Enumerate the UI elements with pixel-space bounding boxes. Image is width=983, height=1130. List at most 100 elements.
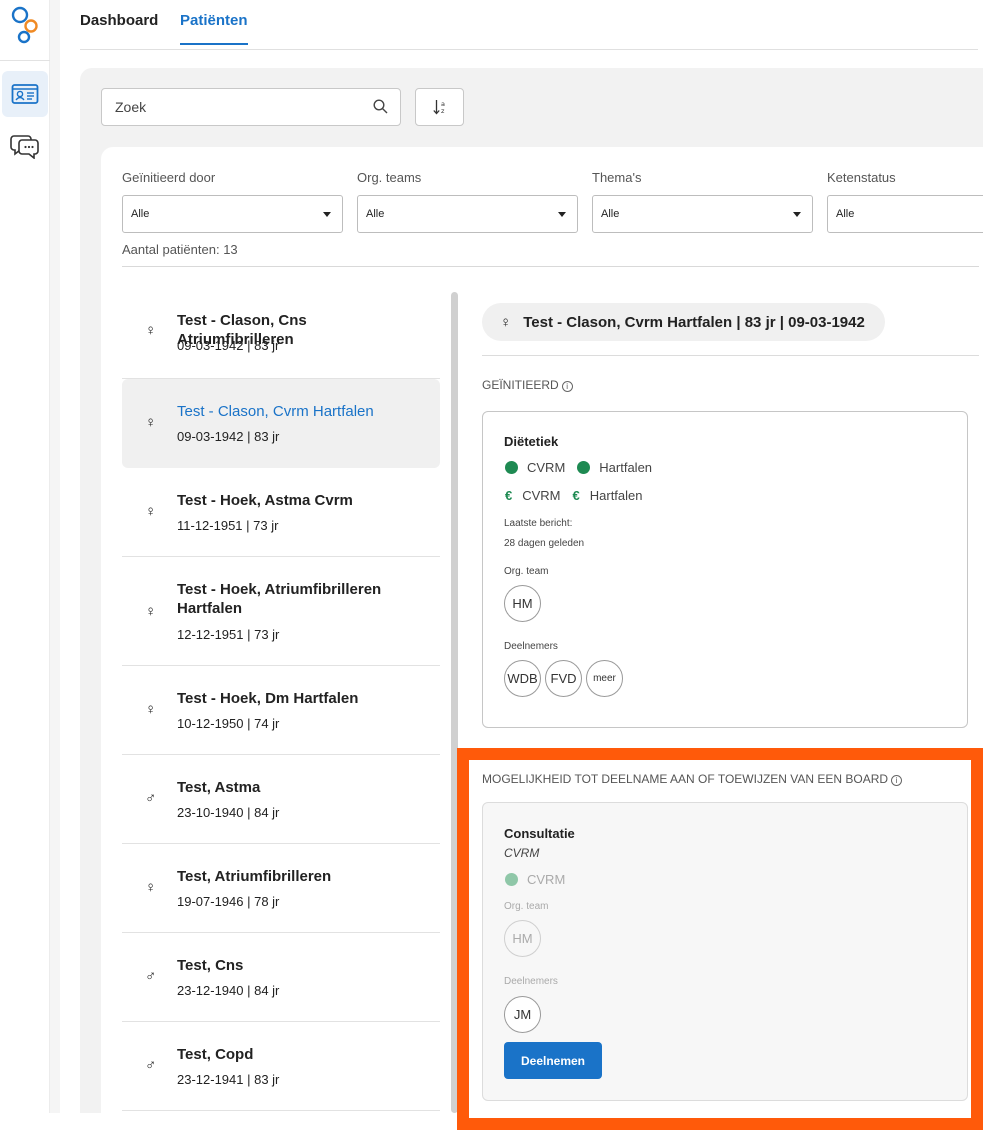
- patient-list-item[interactable]: ♀ Test - Hoek, Astma Cvrm 11-12-1951 | 7…: [122, 468, 440, 557]
- female-icon: ♀: [145, 322, 157, 339]
- female-icon: ♀: [145, 701, 157, 718]
- join-board-button[interactable]: Deelnemen: [504, 1042, 602, 1079]
- filter-label-themes: Thema's: [592, 170, 642, 185]
- patient-name: Test - Hoek, Dm Hartfalen: [177, 690, 359, 707]
- app-logo-icon[interactable]: [10, 4, 40, 48]
- patient-dob: 09-03-1942 | 83 jr: [177, 429, 280, 444]
- search-input[interactable]: [102, 89, 352, 125]
- selected-patient-chip: ♀ Test - Clason, Cvrm Hartfalen | 83 jr …: [482, 303, 885, 341]
- patient-dob: 19-07-1946 | 78 jr: [177, 894, 280, 909]
- patient-list-item-selected[interactable]: ♀ Test - Clason, Cvrm Hartfalen 09-03-19…: [122, 379, 440, 468]
- filter-value: Alle: [836, 208, 855, 220]
- male-icon: ♂: [145, 968, 157, 985]
- info-icon[interactable]: i: [891, 775, 903, 786]
- search-box: [101, 88, 401, 126]
- tab-dashboard[interactable]: Dashboard: [80, 12, 158, 43]
- filter-select-initiated[interactable]: Alle: [122, 195, 343, 233]
- patients-nav-button[interactable]: [2, 71, 48, 117]
- status-dot-icon: [505, 873, 518, 886]
- patient-name: Test, Copd: [177, 1046, 254, 1063]
- patient-list-item[interactable]: ♂ Test, Copd 23-12-1941 | 83 jr: [122, 1022, 440, 1111]
- info-icon[interactable]: i: [561, 381, 573, 392]
- avatar[interactable]: JM: [504, 996, 541, 1033]
- patient-dob: 23-12-1940 | 84 jr: [177, 983, 280, 998]
- last-message-label: Laatste bericht:: [504, 518, 573, 529]
- patient-list: ♀ Test - Clason, Cns Atriumfibrilleren 0…: [122, 290, 440, 1113]
- filter-select-themes[interactable]: Alle: [592, 195, 813, 233]
- board-tags: CVRM Hartfalen: [505, 460, 652, 475]
- patient-name: Test, Astma: [177, 779, 261, 796]
- filter-select-org-teams[interactable]: Alle: [357, 195, 578, 233]
- patient-name: Test - Hoek, Atriumfibrilleren Hartfalen: [177, 581, 382, 617]
- patient-list-item[interactable]: ♀ Test, Atriumfibrilleren 19-07-1946 | 7…: [122, 844, 440, 933]
- male-icon: ♂: [145, 790, 157, 807]
- patient-name: Test, Cns: [177, 957, 244, 974]
- patient-count: Aantal patiënten: 13: [122, 242, 238, 257]
- chat-bubbles-icon: [10, 135, 39, 159]
- patient-dob: 11-12-1951 | 73 jr: [177, 518, 279, 533]
- tag-label: CVRM: [527, 872, 566, 887]
- patient-list-scrollbar[interactable]: [451, 292, 458, 1113]
- org-team-label: Org. team: [504, 901, 549, 912]
- funding-label: Hartfalen: [589, 488, 643, 503]
- caret-down-icon: [323, 212, 331, 217]
- patient-list-item[interactable]: ♂ Test, Astma 23-10-1940 | 84 jr: [122, 755, 440, 844]
- filter-label-org-teams: Org. teams: [357, 170, 422, 185]
- female-icon: ♀: [145, 503, 157, 520]
- filter-label-chain-status: Ketenstatus: [827, 170, 896, 185]
- avatar[interactable]: FVD: [545, 660, 582, 697]
- svg-text:z: z: [441, 107, 445, 115]
- board-title: Consultatie: [504, 826, 575, 841]
- patient-dob: 23-12-1941 | 83 jr: [177, 1072, 280, 1087]
- patient-dob: 10-12-1950 | 74 jr: [177, 716, 280, 731]
- board-subtitle: CVRM: [504, 846, 540, 860]
- filters-divider: [122, 266, 979, 267]
- female-icon: ♀: [145, 603, 157, 620]
- sort-button[interactable]: a z: [415, 88, 464, 126]
- tab-patients[interactable]: Patiënten: [180, 12, 248, 45]
- filter-select-chain-status[interactable]: Alle: [827, 195, 983, 233]
- patient-list-item[interactable]: ♀ Test - Clason, Cns Atriumfibrilleren 0…: [122, 290, 440, 379]
- more-participants-button[interactable]: meer: [586, 660, 623, 697]
- male-icon: ♂: [145, 1057, 157, 1074]
- opportunity-section-label: MOGELIJKHEID TOT DEELNAME AAN OF TOEWIJZ…: [482, 772, 903, 786]
- search-icon[interactable]: [373, 99, 388, 114]
- initiated-board-card[interactable]: Diëtetiek CVRM Hartfalen € CVRM € Hartfa…: [482, 411, 968, 728]
- tag-label: CVRM: [527, 460, 566, 475]
- detail-divider: [482, 355, 979, 356]
- board-title: Diëtetiek: [504, 434, 559, 449]
- board-funding: € CVRM € Hartfalen: [505, 488, 643, 503]
- left-rail: [0, 0, 50, 1113]
- sort-az-icon: a z: [432, 100, 445, 115]
- board-tags: CVRM: [505, 872, 565, 887]
- top-tabs: Dashboard Patiënten: [80, 0, 978, 50]
- female-icon: ♀: [145, 414, 157, 431]
- filter-value: Alle: [366, 208, 385, 220]
- rail-gutter: [50, 0, 60, 1113]
- female-icon: ♀: [145, 879, 157, 896]
- initiated-label-text: GEÏNITIEERD: [482, 378, 559, 392]
- patient-dob: 12-12-1951 | 73 jr: [177, 627, 280, 642]
- patient-dob: 23-10-1940 | 84 jr: [177, 805, 280, 820]
- euro-icon: €: [505, 488, 513, 503]
- caret-down-icon: [793, 212, 801, 217]
- participants-label: Deelnemers: [504, 976, 558, 987]
- content-area: a z Geïnitieerd door Alle Org. teams All…: [80, 68, 983, 1113]
- filter-label-initiated: Geïnitieerd door: [122, 170, 216, 185]
- patient-dob: 09-03-1942 | 83 jr: [177, 338, 280, 353]
- opportunity-board-card: Consultatie CVRM CVRM Org. team HM Deeln…: [482, 802, 968, 1101]
- patient-name: Test - Hoek, Astma Cvrm: [177, 492, 353, 509]
- patient-list-item[interactable]: ♀ Test - Hoek, Dm Hartfalen 10-12-1950 |…: [122, 666, 440, 755]
- funding-label: CVRM: [522, 488, 561, 503]
- patient-list-item[interactable]: ♀ Test - Hoek, Atriumfibrilleren Hartfal…: [122, 557, 440, 666]
- initiated-section-label: GEÏNITIEERD i: [482, 378, 573, 392]
- selected-patient-header: Test - Clason, Cvrm Hartfalen | 83 jr | …: [523, 313, 865, 331]
- caret-down-icon: [558, 212, 566, 217]
- euro-icon: €: [572, 488, 580, 503]
- avatar[interactable]: HM: [504, 585, 541, 622]
- patient-list-item[interactable]: ♂ Test, Cns 23-12-1940 | 84 jr: [122, 933, 440, 1022]
- avatar[interactable]: WDB: [504, 660, 541, 697]
- messages-nav-button[interactable]: [2, 123, 48, 169]
- female-icon: ♀: [500, 313, 512, 331]
- filter-value: Alle: [601, 208, 620, 220]
